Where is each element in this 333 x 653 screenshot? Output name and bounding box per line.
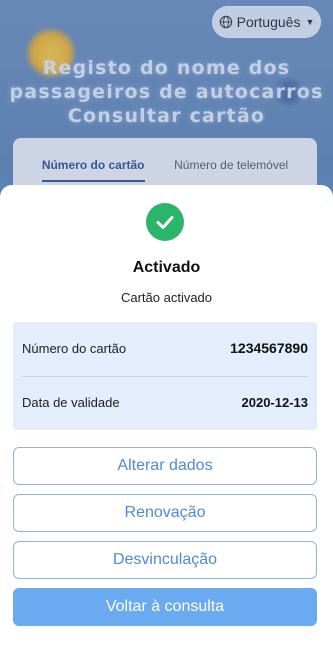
card-info-panel: Número do cartão 1234567890 Data de vali… bbox=[13, 322, 317, 430]
check-circle-icon bbox=[146, 203, 184, 241]
result-sheet: Activado Cartão activado Número do cartã… bbox=[0, 185, 333, 653]
card-number-value: 1234567890 bbox=[230, 340, 308, 356]
unlink-button[interactable]: Desvinculação bbox=[13, 541, 317, 579]
back-to-search-button[interactable]: Voltar à consulta bbox=[13, 588, 317, 626]
status-subtitle: Cartão activado bbox=[120, 290, 213, 305]
divider bbox=[22, 376, 308, 377]
expiry-date-row: Data de validade 2020-12-13 bbox=[22, 388, 308, 416]
expiry-date-label: Data de validade bbox=[22, 394, 120, 410]
renew-button[interactable]: Renovação bbox=[13, 494, 317, 532]
checkmark-icon bbox=[156, 216, 174, 229]
edit-details-button[interactable]: Alterar dados bbox=[13, 447, 317, 485]
card-number-row: Número do cartão 1234567890 bbox=[22, 334, 308, 362]
status-title: Activado bbox=[132, 259, 201, 276]
card-number-label: Número do cartão bbox=[22, 340, 127, 356]
expiry-date-value: 2020-12-13 bbox=[241, 394, 309, 410]
